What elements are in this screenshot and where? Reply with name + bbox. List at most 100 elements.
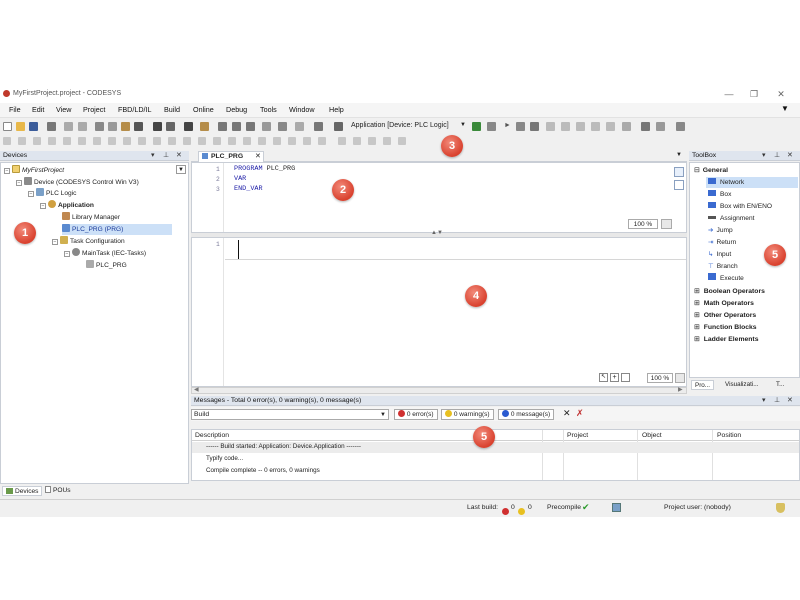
step-over-icon[interactable] — [546, 122, 555, 131]
tree-item-maintask[interactable]: − MainTask (IEC-Tasks) — [64, 248, 146, 259]
screen-icon[interactable] — [278, 122, 287, 131]
collapse-icon[interactable]: − — [16, 180, 22, 186]
cut-icon[interactable] — [95, 122, 104, 131]
pointer-tool-icon[interactable]: ↖ — [599, 373, 608, 382]
tree-item-application[interactable]: − Application — [40, 200, 94, 211]
print-icon[interactable] — [47, 122, 56, 131]
label-tool-icon[interactable] — [243, 137, 251, 145]
messages-filter-button[interactable]: 0 message(s) — [498, 409, 555, 420]
device-status-icon[interactable] — [612, 503, 621, 512]
scroll-left-icon[interactable]: ◀ — [194, 386, 199, 393]
input-tool-icon[interactable] — [48, 137, 56, 145]
declaration-editor[interactable]: 1 2 3 PROGRAM PLC_PRG VAR END_VAR 100 % … — [191, 162, 687, 233]
redo-icon[interactable] — [78, 122, 87, 131]
security-shield-icon[interactable] — [776, 503, 785, 513]
find-icon[interactable] — [153, 122, 162, 131]
coil-parallel-icon[interactable] — [368, 137, 376, 145]
menu-build[interactable]: Build — [164, 105, 180, 114]
tab-close-icon[interactable]: ✕ — [255, 152, 261, 162]
pin-icon[interactable]: ⊥ — [163, 151, 169, 161]
column-description[interactable]: Description — [195, 430, 229, 441]
new-icon[interactable] — [3, 122, 12, 131]
network-below-icon[interactable] — [398, 137, 406, 145]
tab-properties[interactable]: Pro... — [691, 380, 715, 390]
zoom-icon[interactable] — [661, 219, 672, 229]
toolbox-item-execute[interactable]: Execute — [708, 273, 744, 284]
menu-file[interactable]: File — [9, 105, 21, 114]
bookmark-icon[interactable] — [184, 122, 193, 131]
move-left-icon[interactable] — [288, 137, 296, 145]
network-insert-icon[interactable] — [383, 137, 391, 145]
chevron-down-icon[interactable]: ▼ — [460, 122, 466, 128]
start-icon[interactable]: ► — [504, 122, 511, 129]
tabular-view-icon[interactable] — [674, 180, 684, 190]
tree-item-project[interactable]: − MyFirstProject — [4, 165, 64, 176]
network-tool-icon[interactable] — [3, 137, 11, 145]
breakpoint-prev-icon[interactable] — [246, 122, 255, 131]
chevron-down-icon[interactable]: ▼ — [380, 410, 386, 420]
reset-tool-icon[interactable] — [138, 137, 146, 145]
replace-icon[interactable] — [166, 122, 175, 131]
maximize-button[interactable]: ❐ — [747, 88, 761, 100]
toolbox-item-network[interactable]: Network — [706, 177, 798, 188]
toolbox-category-math[interactable]: ⊞ Math Operators — [694, 298, 754, 309]
open-icon[interactable] — [16, 122, 25, 131]
toolbox-category-other[interactable]: ⊞ Other Operators — [694, 310, 756, 321]
jump-tool-icon[interactable] — [168, 137, 176, 145]
tree-item-plc-prg-call[interactable]: PLC_PRG — [86, 260, 127, 271]
panel-menu-icon[interactable]: ▾ — [762, 396, 766, 406]
collapse-icon[interactable]: − — [4, 168, 10, 174]
negate-tool-icon[interactable] — [108, 137, 116, 145]
monitor-icon[interactable] — [656, 122, 665, 131]
tree-item-plc-prg[interactable]: PLC_PRG (PRG) — [62, 224, 172, 235]
login-icon[interactable] — [472, 122, 481, 131]
collapse-icon[interactable]: − — [28, 191, 34, 197]
comment-tool-icon[interactable] — [228, 137, 236, 145]
tree-dropdown-icon[interactable]: ▼ — [176, 165, 186, 174]
toolbox-category-general[interactable]: ⊟ General — [694, 165, 728, 176]
menu-project[interactable]: Project — [83, 105, 105, 114]
branch-tool-icon[interactable] — [198, 137, 206, 145]
clear-all-icon[interactable]: ✗ — [576, 408, 584, 419]
message-source-select[interactable]: Build ▼ — [191, 409, 389, 420]
toolbox-item-box[interactable]: Box — [708, 189, 731, 200]
return-tool-icon[interactable] — [183, 137, 191, 145]
toolbox-category-ladder[interactable]: ⊞ Ladder Elements — [694, 334, 758, 345]
active-application-select[interactable]: Application [Device: PLC Logic] — [351, 122, 449, 129]
minimize-button[interactable]: — — [722, 88, 736, 100]
breakpoint-icon[interactable] — [218, 122, 227, 131]
copy-icon[interactable] — [108, 122, 117, 131]
undo-icon[interactable] — [64, 122, 73, 131]
panel-close-icon[interactable]: ✕ — [787, 151, 793, 161]
box-tool-icon[interactable] — [18, 137, 26, 145]
tab-devices[interactable]: Devices — [2, 486, 43, 496]
step-out-icon[interactable] — [576, 122, 585, 131]
tab-toolbox[interactable]: T... — [773, 380, 787, 390]
panel-menu-icon[interactable]: ▾ — [762, 151, 766, 161]
column-project[interactable]: Project — [567, 430, 588, 441]
textual-view-icon[interactable] — [674, 167, 684, 177]
param-tool-icon[interactable] — [338, 137, 346, 145]
table-row[interactable]: ------ Build started: Application: Devic… — [192, 442, 799, 453]
toolbox-item-return[interactable]: ⇥ Return — [708, 237, 736, 248]
align-tool-icon[interactable] — [318, 137, 326, 145]
assign-tool-icon[interactable] — [33, 137, 41, 145]
force-icon[interactable] — [606, 122, 615, 131]
toolbox-category-boolean[interactable]: ⊞ Boolean Operators — [694, 286, 765, 297]
panel-close-icon[interactable]: ✕ — [787, 396, 793, 406]
expand-icon[interactable]: ⊞ — [694, 300, 700, 307]
breakpoint-next-icon[interactable] — [232, 122, 241, 131]
zoom-level-bottom[interactable]: 100 % — [647, 373, 673, 383]
paste-icon[interactable] — [121, 122, 130, 131]
horizontal-scrollbar[interactable]: ◀ ▶ — [191, 387, 687, 394]
toolbox-item-assignment[interactable]: Assignment — [708, 213, 754, 224]
tab-list-icon[interactable]: ▼ — [676, 152, 682, 158]
stop-icon[interactable] — [516, 122, 525, 131]
tab-visualization[interactable]: Visualizati... — [722, 380, 761, 390]
tree-item-task-configuration[interactable]: − Task Configuration — [52, 236, 125, 247]
display-mode-icon[interactable] — [641, 122, 650, 131]
menu-view[interactable]: View — [56, 105, 71, 114]
menu-help[interactable]: Help — [329, 105, 344, 114]
window-icon[interactable] — [262, 122, 271, 131]
panel-close-icon[interactable]: ✕ — [176, 151, 182, 161]
